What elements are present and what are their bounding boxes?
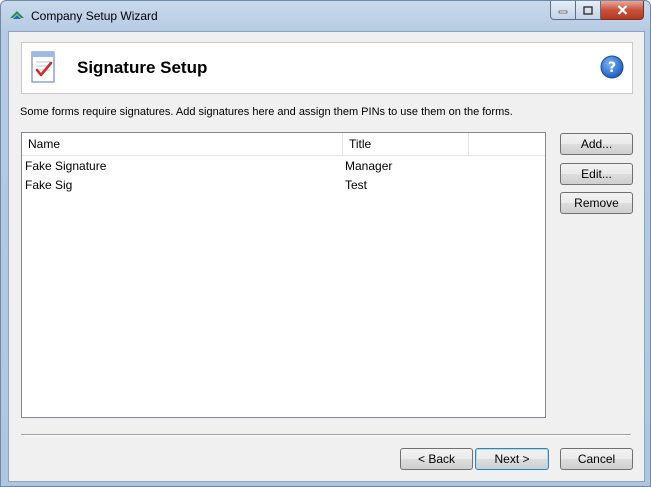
back-button[interactable]: < Back (400, 448, 473, 470)
page-title: Signature Setup (77, 58, 208, 77)
title-bar[interactable]: Company Setup Wizard (1, 1, 650, 31)
row-title-cell: Test (345, 178, 368, 192)
document-checkmark-icon (31, 51, 55, 83)
footer-separator (21, 434, 631, 436)
column-header-name[interactable]: Name (22, 133, 343, 155)
wizard-window: Company Setup Wizard Signature Setup ? S… (0, 0, 651, 487)
row-name-cell: Fake Sig (25, 178, 73, 192)
instructions-text: Some forms require signatures. Add signa… (20, 106, 513, 118)
list-header: Name Title (22, 133, 545, 156)
column-header-title[interactable]: Title (343, 133, 469, 155)
maximize-icon (583, 5, 593, 15)
row-name-cell: Fake Signature (25, 159, 107, 173)
cancel-button[interactable]: Cancel (560, 448, 633, 470)
close-icon (617, 5, 627, 15)
remove-button[interactable]: Remove (560, 192, 633, 214)
wizard-content: Signature Setup ? Some forms require sig… (8, 31, 645, 482)
edit-button[interactable]: Edit... (560, 163, 633, 185)
maximize-button[interactable] (576, 1, 601, 20)
app-logo-icon (10, 11, 24, 19)
next-button[interactable]: Next > (475, 448, 549, 470)
add-button[interactable]: Add... (560, 133, 633, 155)
help-icon[interactable]: ? (600, 55, 624, 79)
svg-text:?: ? (608, 60, 616, 76)
window-title: Company Setup Wizard (31, 9, 158, 23)
signature-list[interactable]: Name Title Fake Signature Manager Fake S… (21, 132, 546, 418)
close-button[interactable] (601, 1, 644, 20)
table-row[interactable]: Fake Signature Manager (22, 157, 545, 176)
table-row[interactable]: Fake Sig Test (22, 176, 545, 195)
minimize-button[interactable] (550, 1, 576, 20)
wizard-header: Signature Setup ? (21, 42, 633, 94)
caption-buttons (550, 1, 644, 21)
minimize-icon (558, 10, 568, 14)
row-title-cell: Manager (345, 159, 393, 173)
